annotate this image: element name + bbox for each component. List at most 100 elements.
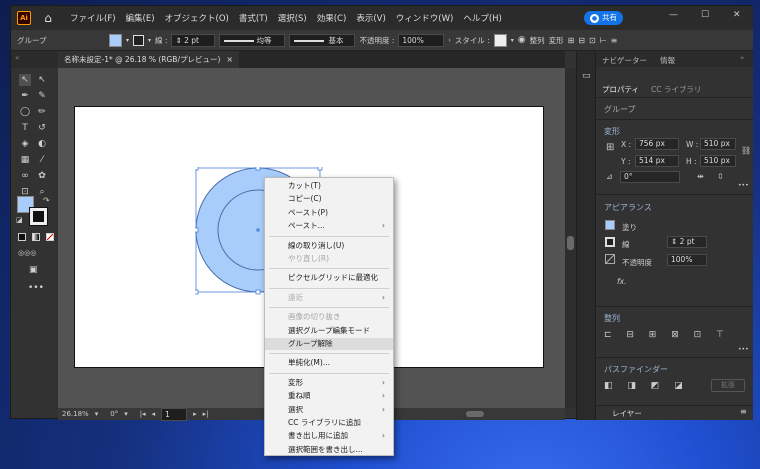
pen-tool-icon[interactable]: ✒ [19,90,31,102]
context-menu-item[interactable]: CC ライブラリに追加 [265,417,393,429]
x-field[interactable]: 756 px [635,138,679,150]
curvature-tool-icon[interactable]: ✎ [36,90,48,102]
symbol-tool-icon[interactable]: ✿ [36,170,48,182]
pathfinder-icons-row[interactable]: ◧ ◨ ◩ ◪ [604,381,689,391]
close-tab-icon[interactable]: × [226,55,233,64]
type-tool-icon[interactable]: T [19,122,31,134]
distribute-icon[interactable]: ⊡ [589,36,596,45]
fx-button[interactable]: fx. [617,277,626,286]
artboard-number-field[interactable]: 1 [161,407,188,421]
tab-info[interactable]: 情報 [660,55,675,66]
chevron-down-icon[interactable]: ▾ [148,37,151,44]
brush-select[interactable]: 基本 [289,33,356,47]
context-menu-item[interactable]: グループ解除 [265,338,393,350]
tab-properties[interactable]: プロパティ [602,84,639,95]
pencil-tool-icon[interactable]: ✏ [36,106,48,118]
menu-item[interactable]: ヘルプ(H) [458,12,507,24]
blend-tool-icon[interactable]: ∞ [19,170,31,182]
stroke-profile-select[interactable]: 均等 [219,33,286,47]
horizontal-scrollbar[interactable] [466,411,484,417]
maximize-button[interactable]: ☐ [701,10,709,20]
reference-point-icon[interactable]: ⊞ [606,142,614,153]
stroke-swatch[interactable] [133,34,145,46]
prev-artboard-icon[interactable]: ◂ [152,410,156,418]
gradient-tool-icon[interactable]: ▦ [19,154,31,166]
stroke-swatch-small[interactable] [605,237,615,247]
none-mode-icon[interactable] [46,233,54,241]
shape-builder-icon[interactable]: ◐ [36,138,48,150]
transform-label[interactable]: 変形 [549,35,564,46]
menu-item[interactable]: ファイル(F) [65,12,121,24]
zoom-level[interactable]: 26.18% [62,410,89,418]
default-colors-icon[interactable]: ◪ [16,216,23,224]
context-menu-item[interactable]: 線の取り消し(U) [265,240,393,252]
menu-item[interactable]: 効果(C) [312,12,352,24]
menu-item[interactable]: ウィンドウ(W) [391,12,459,24]
menu-item[interactable]: 選択(S) [273,12,312,24]
transform-icon[interactable]: ⊞ [568,36,575,45]
panel-collapse-icon[interactable]: » [740,54,744,62]
menu-item[interactable]: 編集(E) [121,12,160,24]
document-tab[interactable]: 名称未設定-1* @ 26.18 % (RGB/プレビュー) × [58,51,240,68]
tab-navigator[interactable]: ナビゲーター [602,55,647,66]
angle-icon[interactable]: ⊿ [606,172,613,181]
align-left-icon[interactable]: ⊟ [578,36,585,45]
eraser-tool-icon[interactable]: ◈ [19,138,31,150]
draw-mode-icon[interactable]: ◎◎◎ [18,249,36,257]
chevron-down-icon[interactable]: ▾ [95,410,99,418]
chevron-right-icon[interactable]: › [448,37,450,44]
rotate-tool-icon[interactable]: ↺ [36,122,48,134]
stroke-weight-panel-field[interactable]: ⇕ 2 pt [667,236,707,248]
context-menu-item[interactable]: 重ね順 › [265,390,393,402]
next-artboard-icon[interactable]: ▸ [193,410,197,418]
selection-tool-icon[interactable]: ↖ [19,74,31,86]
panel-menu-icon[interactable]: ≡ [740,407,747,416]
chevron-down-icon[interactable]: ▾ [124,410,128,418]
minimize-button[interactable]: — [669,10,678,20]
last-artboard-icon[interactable]: ▸| [203,410,209,418]
menu-item[interactable]: 書式(T) [234,12,273,24]
context-menu-item[interactable]: ペースト(P) [265,207,393,219]
recolor-icon[interactable]: ◉ [518,35,526,45]
scroll-thumb[interactable] [567,236,574,250]
screen-mode-icon[interactable]: ▣ [29,265,38,275]
color-mode-icon[interactable] [18,233,26,241]
fill-swatch[interactable] [109,33,122,47]
menu-item[interactable]: 表示(V) [351,12,390,24]
direct-selection-tool-icon[interactable]: ↖ [36,74,48,86]
rotation-value[interactable]: 0° [110,410,118,418]
context-menu-item[interactable]: ペースト... › [265,220,393,232]
chevron-down-icon[interactable]: ▾ [511,37,514,44]
context-menu-item[interactable]: 変形 › [265,377,393,389]
stroke-weight-field[interactable]: ⇕ 2 pt [171,33,216,47]
context-menu-item[interactable]: 書き出し用に追加 › [265,430,393,442]
share-button[interactable]: ● 共有 [584,11,623,25]
w-field[interactable]: 510 px [700,138,736,150]
context-menu-item[interactable]: 選択範囲を書き出し... [265,444,393,456]
gradient-mode-icon[interactable] [32,233,40,241]
tab-layers[interactable]: レイヤー [612,408,642,419]
style-swatch[interactable] [493,33,507,47]
more-align-icon[interactable]: ⊢ [600,36,607,45]
comments-icon[interactable]: ▭ [582,71,591,81]
close-window-button[interactable]: ✕ [733,10,741,20]
fill-swatch-small[interactable] [605,220,615,230]
ellipse-tool-icon[interactable]: ◯ [19,106,31,118]
context-menu-item[interactable]: カット(T) [265,180,393,192]
angle-field[interactable]: 0° [620,171,680,183]
align-icons-row[interactable]: ⊏ ⊟ ⊞ ⊠ ⊡ ⊤ [604,330,744,340]
more-options-icon[interactable]: ••• [738,346,749,353]
menu-item[interactable]: オブジェクト(O) [160,12,234,24]
tab-cc-libraries[interactable]: CC ライブラリ [651,84,701,95]
context-menu-item[interactable]: 選択グループ編集モード [265,325,393,337]
context-menu-item[interactable]: 単純化(M)... [265,357,393,369]
context-menu-item[interactable]: ピクセルグリッドに最適化 [265,272,393,284]
opacity-field[interactable]: 100% [398,33,445,47]
flip-vertical-icon[interactable]: ⇳ [717,172,724,181]
opacity-icon[interactable] [605,254,615,264]
h-field[interactable]: 510 px [700,155,736,167]
context-menu-item[interactable]: コピー(C) [265,193,393,205]
link-icon[interactable]: ⛓ [741,146,751,155]
context-menu-item[interactable]: 選択 › [265,404,393,416]
home-icon[interactable]: ⌂ [37,11,59,25]
